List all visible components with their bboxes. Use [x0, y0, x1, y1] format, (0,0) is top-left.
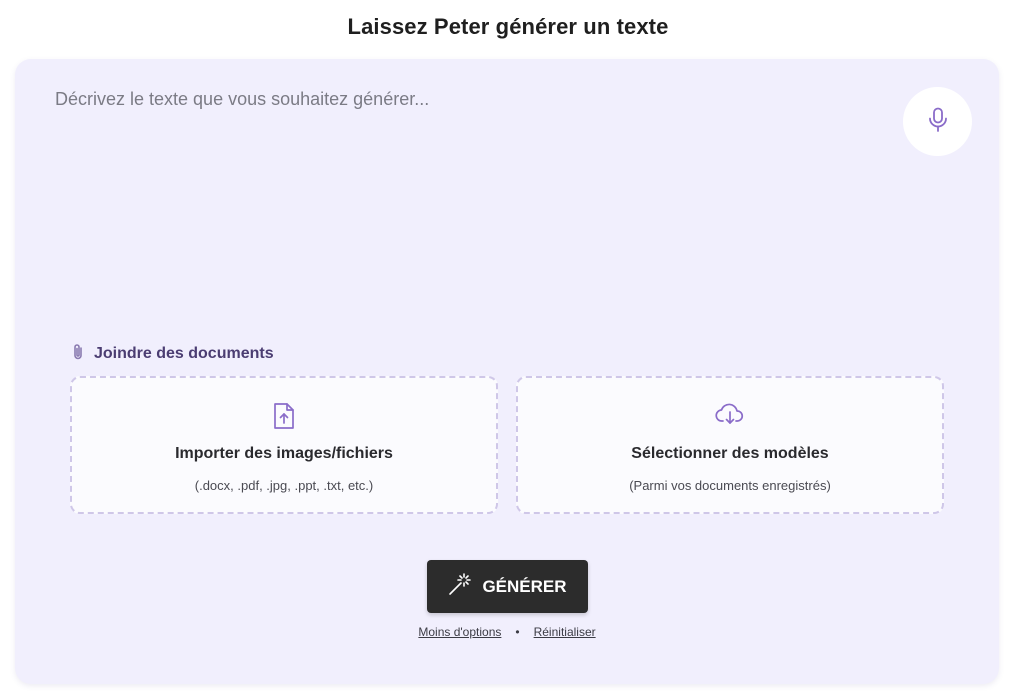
select-templates-dropzone[interactable]: Sélectionner des modèles (Parmi vos docu…: [516, 376, 944, 514]
magic-wand-icon: [448, 572, 472, 601]
reset-link[interactable]: Réinitialiser: [534, 625, 596, 639]
upload-files-dropzone[interactable]: Importer des images/fichiers (.docx, .pd…: [70, 376, 498, 514]
paperclip-icon: [72, 343, 84, 366]
page-title: Laissez Peter générer un texte: [347, 14, 669, 39]
secondary-links: Moins d'options • Réinitialiser: [15, 625, 999, 639]
link-separator: •: [515, 625, 520, 639]
select-templates-title: Sélectionner des modèles: [631, 445, 829, 462]
upload-files-subtitle: (.docx, .pdf, .jpg, .ppt, .txt, etc.): [194, 478, 374, 493]
less-options-link[interactable]: Moins d'options: [418, 625, 501, 639]
prompt-input[interactable]: [55, 89, 875, 309]
select-templates-subtitle: (Parmi vos documents enregistrés): [629, 478, 831, 493]
attach-documents-title: Joindre des documents: [94, 345, 274, 362]
upload-files-title: Importer des images/fichiers: [175, 445, 393, 462]
generate-button[interactable]: GÉNÉRER: [427, 560, 588, 613]
microphone-icon: [928, 107, 948, 136]
generator-card: Joindre des documents Importer des image…: [15, 59, 999, 684]
file-upload-icon: [272, 402, 296, 435]
microphone-button[interactable]: [903, 87, 972, 156]
generate-label: GÉNÉRER: [482, 576, 567, 596]
cloud-download-icon: [715, 402, 745, 431]
attach-documents-header: Joindre des documents: [72, 343, 274, 365]
